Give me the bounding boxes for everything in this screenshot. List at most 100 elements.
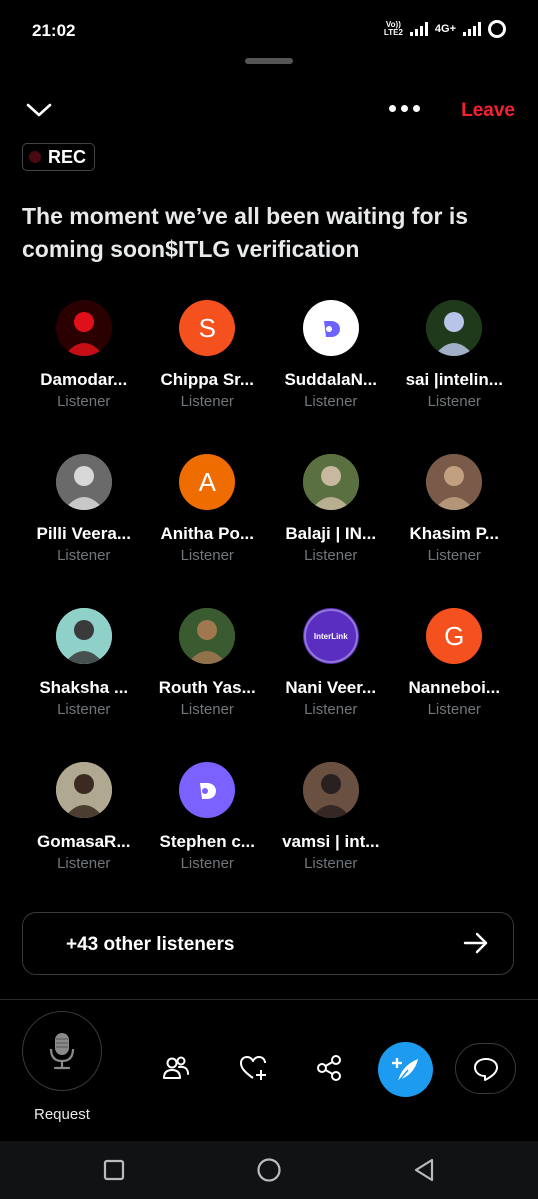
listener-role: Listener [180,701,234,718]
listener-name: Damodar... [40,370,128,389]
signal-icon [409,22,428,36]
listener-card[interactable]: vamsi | int... Listener [269,762,393,873]
listener-card[interactable]: InterLink Nani Veer... Listener [269,608,393,719]
listener-name: sai |intelin... [405,370,503,389]
home-button[interactable] [256,1157,282,1183]
listener-card[interactable]: Shaksha ... Listener [22,608,146,719]
circle-icon [257,1158,281,1182]
listener-name: Nanneboi... [408,678,501,697]
avatar: S [179,300,236,356]
share-icon [317,1055,341,1081]
leave-button[interactable]: Leave [461,100,515,122]
listener-card[interactable]: G Nanneboi... Listener [393,608,517,719]
avatar-initial: G [444,620,465,651]
rec-label: REC [48,146,87,167]
back-button[interactable] [411,1157,437,1183]
listener-name: SuddalaN... [284,370,378,389]
triangle-back-icon [414,1158,434,1182]
avatar [55,454,112,510]
listener-card[interactable]: Stephen c... Listener [146,762,270,873]
heart-plus-icon [240,1056,266,1080]
listener-card[interactable]: Routh Yas... Listener [146,608,270,719]
request-mic-button[interactable] [22,1011,102,1091]
listener-name: GomasaR... [36,832,131,851]
avatar [55,300,112,356]
signal-icon [463,22,481,36]
status-bar: 21:02 Vo)) LTE2 4G+ [0,0,538,62]
avatar [426,454,483,510]
react-button[interactable] [236,1050,272,1086]
share-button[interactable] [311,1050,347,1086]
drag-handle[interactable] [245,58,293,64]
listener-role: Listener [304,701,358,718]
chat-button[interactable] [455,1043,516,1094]
avatar [55,608,112,664]
listener-role: Listener [304,393,358,410]
request-label: Request [34,1106,90,1123]
other-listeners-button[interactable]: +43 other listeners [22,912,514,975]
photo-icon [55,608,112,664]
listener-card[interactable]: sai |intelin... Listener [393,300,517,411]
listener-name: Balaji | IN... [285,524,377,543]
microphone-icon [49,1033,75,1070]
collapse-chevron-icon[interactable] [24,99,54,121]
listener-role: Listener [180,393,234,410]
photo-icon [55,762,112,818]
system-icons: Vo)) LTE2 4G+ [384,20,506,38]
people-icon [163,1056,189,1079]
listener-name: vamsi | int... [282,832,380,851]
recents-button[interactable] [101,1157,127,1183]
listener-role: Listener [304,547,358,564]
listener-role: Listener [57,855,111,872]
clock: 21:02 [32,21,76,40]
avatar [302,300,359,356]
people-button[interactable] [158,1050,194,1086]
listener-role: Listener [57,547,111,564]
listener-card[interactable]: Balaji | IN... Listener [269,454,393,565]
listener-name: Khasim P... [409,524,499,543]
more-options-icon[interactable] [389,105,420,112]
listener-name: Shaksha ... [39,678,129,697]
avatar-initial: S [198,312,216,343]
avatar: InterLink [302,608,359,664]
listener-card[interactable]: Khasim P... Listener [393,454,517,565]
listener-card[interactable]: SuddalaN... Listener [269,300,393,411]
interlink-logo-icon [200,783,217,799]
listener-card[interactable]: Damodar... Listener [22,300,146,411]
chat-bubble-icon [473,1057,498,1081]
compose-post-button[interactable] [378,1042,433,1097]
avatar [179,762,236,818]
avatar [55,762,112,818]
listener-name: Stephen c... [159,832,255,851]
listener-grid: Damodar... Listener S Chippa Sr... Listener S… [22,300,516,873]
photo-icon [302,762,359,818]
avatar-logo-text: InterLink [313,631,348,641]
recording-badge: REC [22,143,96,171]
photo-icon [426,300,483,356]
listener-name: Routh Yas... [158,678,256,697]
photo-icon [426,454,483,510]
square-icon [103,1159,125,1181]
avatar-initial: A [198,466,216,497]
arrow-right-icon [463,932,488,954]
listener-name: Anitha Po... [160,524,255,543]
listener-card[interactable]: A Anitha Po... Listener [146,454,270,565]
avatar [179,608,236,664]
interlink-logo-icon [323,321,340,337]
listener-name: Nani Veer... [285,678,377,697]
photo-icon [179,608,236,664]
listener-role: Listener [57,393,111,410]
listener-card[interactable]: GomasaR... Listener [22,762,146,873]
divider [0,999,538,1000]
photo-icon [55,454,112,510]
listener-name: Chippa Sr... [160,370,255,389]
listener-card[interactable]: Pilli Veera... Listener [22,454,146,565]
battery-ring-icon [488,20,506,38]
volte-indicator: Vo)) LTE2 [383,20,403,37]
other-listeners-label: +43 other listeners [66,934,235,955]
listener-role: Listener [180,855,234,872]
avatar [426,300,483,356]
avatar [302,454,359,510]
listener-role: Listener [180,547,234,564]
listener-card[interactable]: S Chippa Sr... Listener [146,300,270,411]
